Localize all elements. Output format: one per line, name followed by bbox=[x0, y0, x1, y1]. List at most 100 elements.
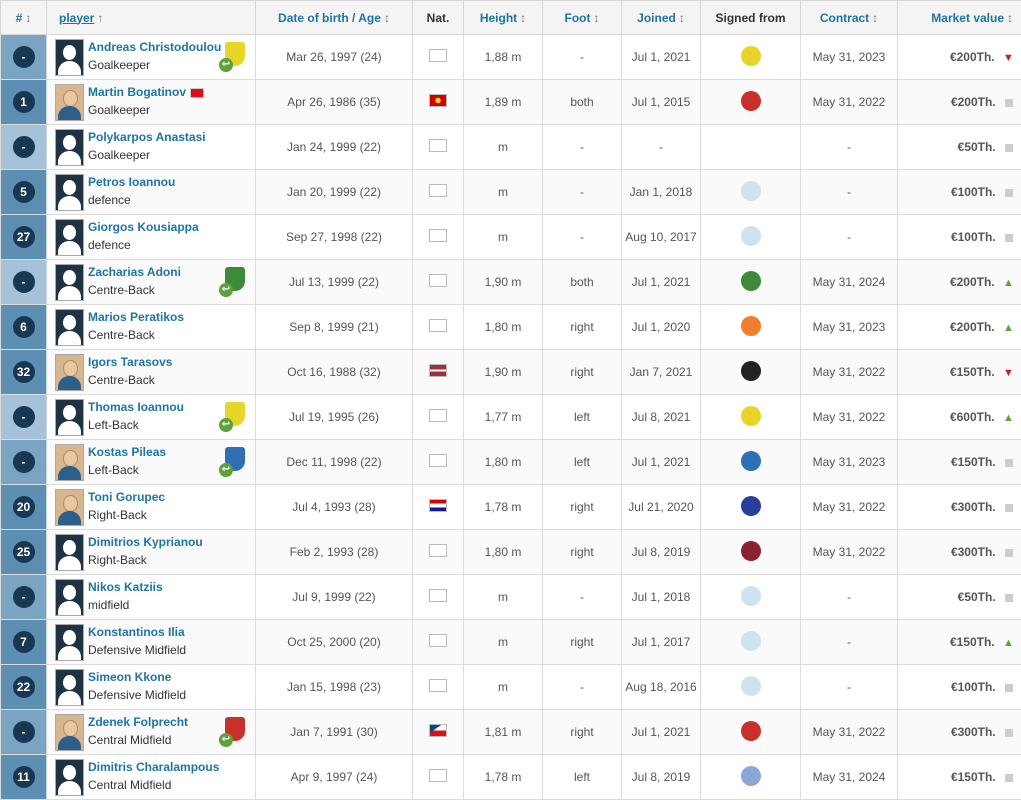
player-avatar[interactable] bbox=[55, 669, 84, 706]
nationality-flag-icon[interactable] bbox=[429, 274, 447, 287]
nationality-flag-icon[interactable] bbox=[429, 589, 447, 602]
nationality-flag-icon[interactable] bbox=[429, 229, 447, 242]
player-name-link[interactable]: Giorgos Kousiappa bbox=[88, 220, 199, 234]
signed-from-club-icon[interactable] bbox=[741, 631, 761, 651]
signed-from-club-icon[interactable] bbox=[741, 46, 761, 66]
market-value[interactable]: €50Th. bbox=[958, 590, 996, 604]
signed-from-club-icon[interactable] bbox=[741, 91, 761, 111]
nationality-flag-icon[interactable] bbox=[429, 364, 447, 377]
table-row[interactable]: 5 Petros Ioannou defence Jan 20, 1999 (2… bbox=[1, 170, 1021, 215]
player-name-link[interactable]: Dimitris Charalampous bbox=[88, 760, 219, 774]
player-name-link[interactable]: Toni Gorupec bbox=[88, 490, 165, 504]
nationality-flag-icon[interactable] bbox=[429, 409, 447, 422]
market-value-cell[interactable]: €200Th. ▲ bbox=[898, 305, 1021, 350]
signed-from-club-icon[interactable] bbox=[741, 406, 761, 426]
table-row[interactable]: - Zacharias Adoni Centre-Back ↩ Jul 13, … bbox=[1, 260, 1021, 305]
table-row[interactable]: - Kostas Pileas Left-Back ↩ Dec 11, 1998… bbox=[1, 440, 1021, 485]
player-avatar[interactable] bbox=[55, 714, 84, 751]
market-value-cell[interactable]: €150Th. ▼ bbox=[898, 350, 1021, 395]
nationality-flag-icon[interactable] bbox=[429, 499, 447, 512]
market-value-cell[interactable]: €50Th. bbox=[898, 125, 1021, 170]
nationality-flag-icon[interactable] bbox=[429, 184, 447, 197]
player-avatar[interactable] bbox=[55, 624, 84, 661]
player-avatar[interactable] bbox=[55, 129, 84, 166]
table-row[interactable]: - Nikos Katziis midfield Jul 9, 1999 (22… bbox=[1, 575, 1021, 620]
market-value-cell[interactable]: €200Th. ▼ bbox=[898, 35, 1021, 80]
market-value[interactable]: €100Th. bbox=[951, 185, 996, 199]
player-name-link[interactable]: Dimitrios Kyprianou bbox=[88, 535, 203, 549]
market-value-cell[interactable]: €100Th. bbox=[898, 665, 1021, 710]
signed-from-club-icon[interactable] bbox=[741, 271, 761, 291]
player-name-link[interactable]: Zdenek Folprecht bbox=[88, 715, 188, 729]
player-name-link[interactable]: Nikos Katziis bbox=[88, 580, 163, 594]
market-value-cell[interactable]: €50Th. bbox=[898, 575, 1021, 620]
player-name-link[interactable]: Marios Peratikos bbox=[88, 310, 184, 324]
player-avatar[interactable] bbox=[55, 174, 84, 211]
player-name-link[interactable]: Thomas Ioannou bbox=[88, 400, 184, 414]
market-value-cell[interactable]: €150Th. bbox=[898, 440, 1021, 485]
market-value-cell[interactable]: €200Th. bbox=[898, 80, 1021, 125]
market-value[interactable]: €200Th. bbox=[950, 50, 995, 64]
player-avatar[interactable] bbox=[55, 309, 84, 346]
table-row[interactable]: 6 Marios Peratikos Centre-Back Sep 8, 19… bbox=[1, 305, 1021, 350]
market-value[interactable]: €50Th. bbox=[958, 140, 996, 154]
signed-from-club-icon[interactable] bbox=[741, 451, 761, 471]
player-avatar[interactable] bbox=[55, 39, 84, 76]
player-avatar[interactable] bbox=[55, 534, 84, 571]
nationality-flag-icon[interactable] bbox=[429, 139, 447, 152]
market-value[interactable]: €150Th. bbox=[950, 635, 995, 649]
player-avatar[interactable] bbox=[55, 399, 84, 436]
nationality-flag-icon[interactable] bbox=[429, 544, 447, 557]
player-avatar[interactable] bbox=[55, 489, 84, 526]
player-name-link[interactable]: Petros Ioannou bbox=[88, 175, 175, 189]
nationality-flag-icon[interactable] bbox=[429, 634, 447, 647]
table-row[interactable]: 32 Igors Tarasovs Centre-Back Oct 16, 19… bbox=[1, 350, 1021, 395]
nationality-flag-icon[interactable] bbox=[429, 679, 447, 692]
market-value[interactable]: €300Th. bbox=[951, 500, 996, 514]
player-name-link[interactable]: Igors Tarasovs bbox=[88, 355, 172, 369]
market-value[interactable]: €100Th. bbox=[951, 230, 996, 244]
market-value[interactable]: €150Th. bbox=[951, 455, 996, 469]
market-value-cell[interactable]: €300Th. bbox=[898, 530, 1021, 575]
player-name-link[interactable]: Martin Bogatinov bbox=[88, 85, 204, 99]
player-name-link[interactable]: Konstantinos Ilia bbox=[88, 625, 185, 639]
table-row[interactable]: 11 Dimitris Charalampous Central Midfiel… bbox=[1, 755, 1021, 800]
table-row[interactable]: 27 Giorgos Kousiappa defence Sep 27, 199… bbox=[1, 215, 1021, 260]
market-value-cell[interactable]: €150Th. bbox=[898, 755, 1021, 800]
market-value[interactable]: €150Th. bbox=[950, 365, 995, 379]
market-value[interactable]: €100Th. bbox=[951, 680, 996, 694]
player-name-link[interactable]: Polykarpos Anastasi bbox=[88, 130, 206, 144]
market-value-cell[interactable]: €100Th. bbox=[898, 215, 1021, 260]
nationality-flag-icon[interactable] bbox=[429, 769, 447, 782]
player-avatar[interactable] bbox=[55, 84, 84, 121]
signed-from-club-icon[interactable] bbox=[741, 676, 761, 696]
player-avatar[interactable] bbox=[55, 444, 84, 481]
player-avatar[interactable] bbox=[55, 219, 84, 256]
col-value[interactable]: Market value↕ bbox=[898, 1, 1021, 35]
nationality-flag-icon[interactable] bbox=[429, 454, 447, 467]
loan-return-icon[interactable]: ↩ bbox=[219, 418, 233, 432]
col-height[interactable]: Height↕ bbox=[464, 1, 543, 35]
player-avatar[interactable] bbox=[55, 759, 84, 796]
player-avatar[interactable] bbox=[55, 579, 84, 616]
loan-return-icon[interactable]: ↩ bbox=[219, 733, 233, 747]
signed-from-club-icon[interactable] bbox=[741, 541, 761, 561]
table-row[interactable]: - Polykarpos Anastasi Goalkeeper Jan 24,… bbox=[1, 125, 1021, 170]
table-row[interactable]: - Zdenek Folprecht Central Midfield ↩ Ja… bbox=[1, 710, 1021, 755]
player-name-link[interactable]: Andreas Christodoulou bbox=[88, 40, 221, 54]
nationality-flag-icon[interactable] bbox=[429, 49, 447, 62]
signed-from-club-icon[interactable] bbox=[741, 766, 761, 786]
market-value[interactable]: €200Th. bbox=[950, 320, 995, 334]
table-row[interactable]: - Thomas Ioannou Left-Back ↩ Jul 19, 199… bbox=[1, 395, 1021, 440]
col-num[interactable]: #↕ bbox=[1, 1, 47, 35]
table-row[interactable]: 20 Toni Gorupec Right-Back Jul 4, 1993 (… bbox=[1, 485, 1021, 530]
player-avatar[interactable] bbox=[55, 264, 84, 301]
nationality-flag-icon[interactable] bbox=[429, 319, 447, 332]
market-value-cell[interactable]: €100Th. bbox=[898, 170, 1021, 215]
col-contract[interactable]: Contract↕ bbox=[801, 1, 898, 35]
signed-from-club-icon[interactable] bbox=[741, 586, 761, 606]
market-value[interactable]: €300Th. bbox=[951, 545, 996, 559]
loan-return-icon[interactable]: ↩ bbox=[219, 58, 233, 72]
signed-from-club-icon[interactable] bbox=[741, 316, 761, 336]
col-player[interactable]: player↑ bbox=[47, 1, 256, 35]
